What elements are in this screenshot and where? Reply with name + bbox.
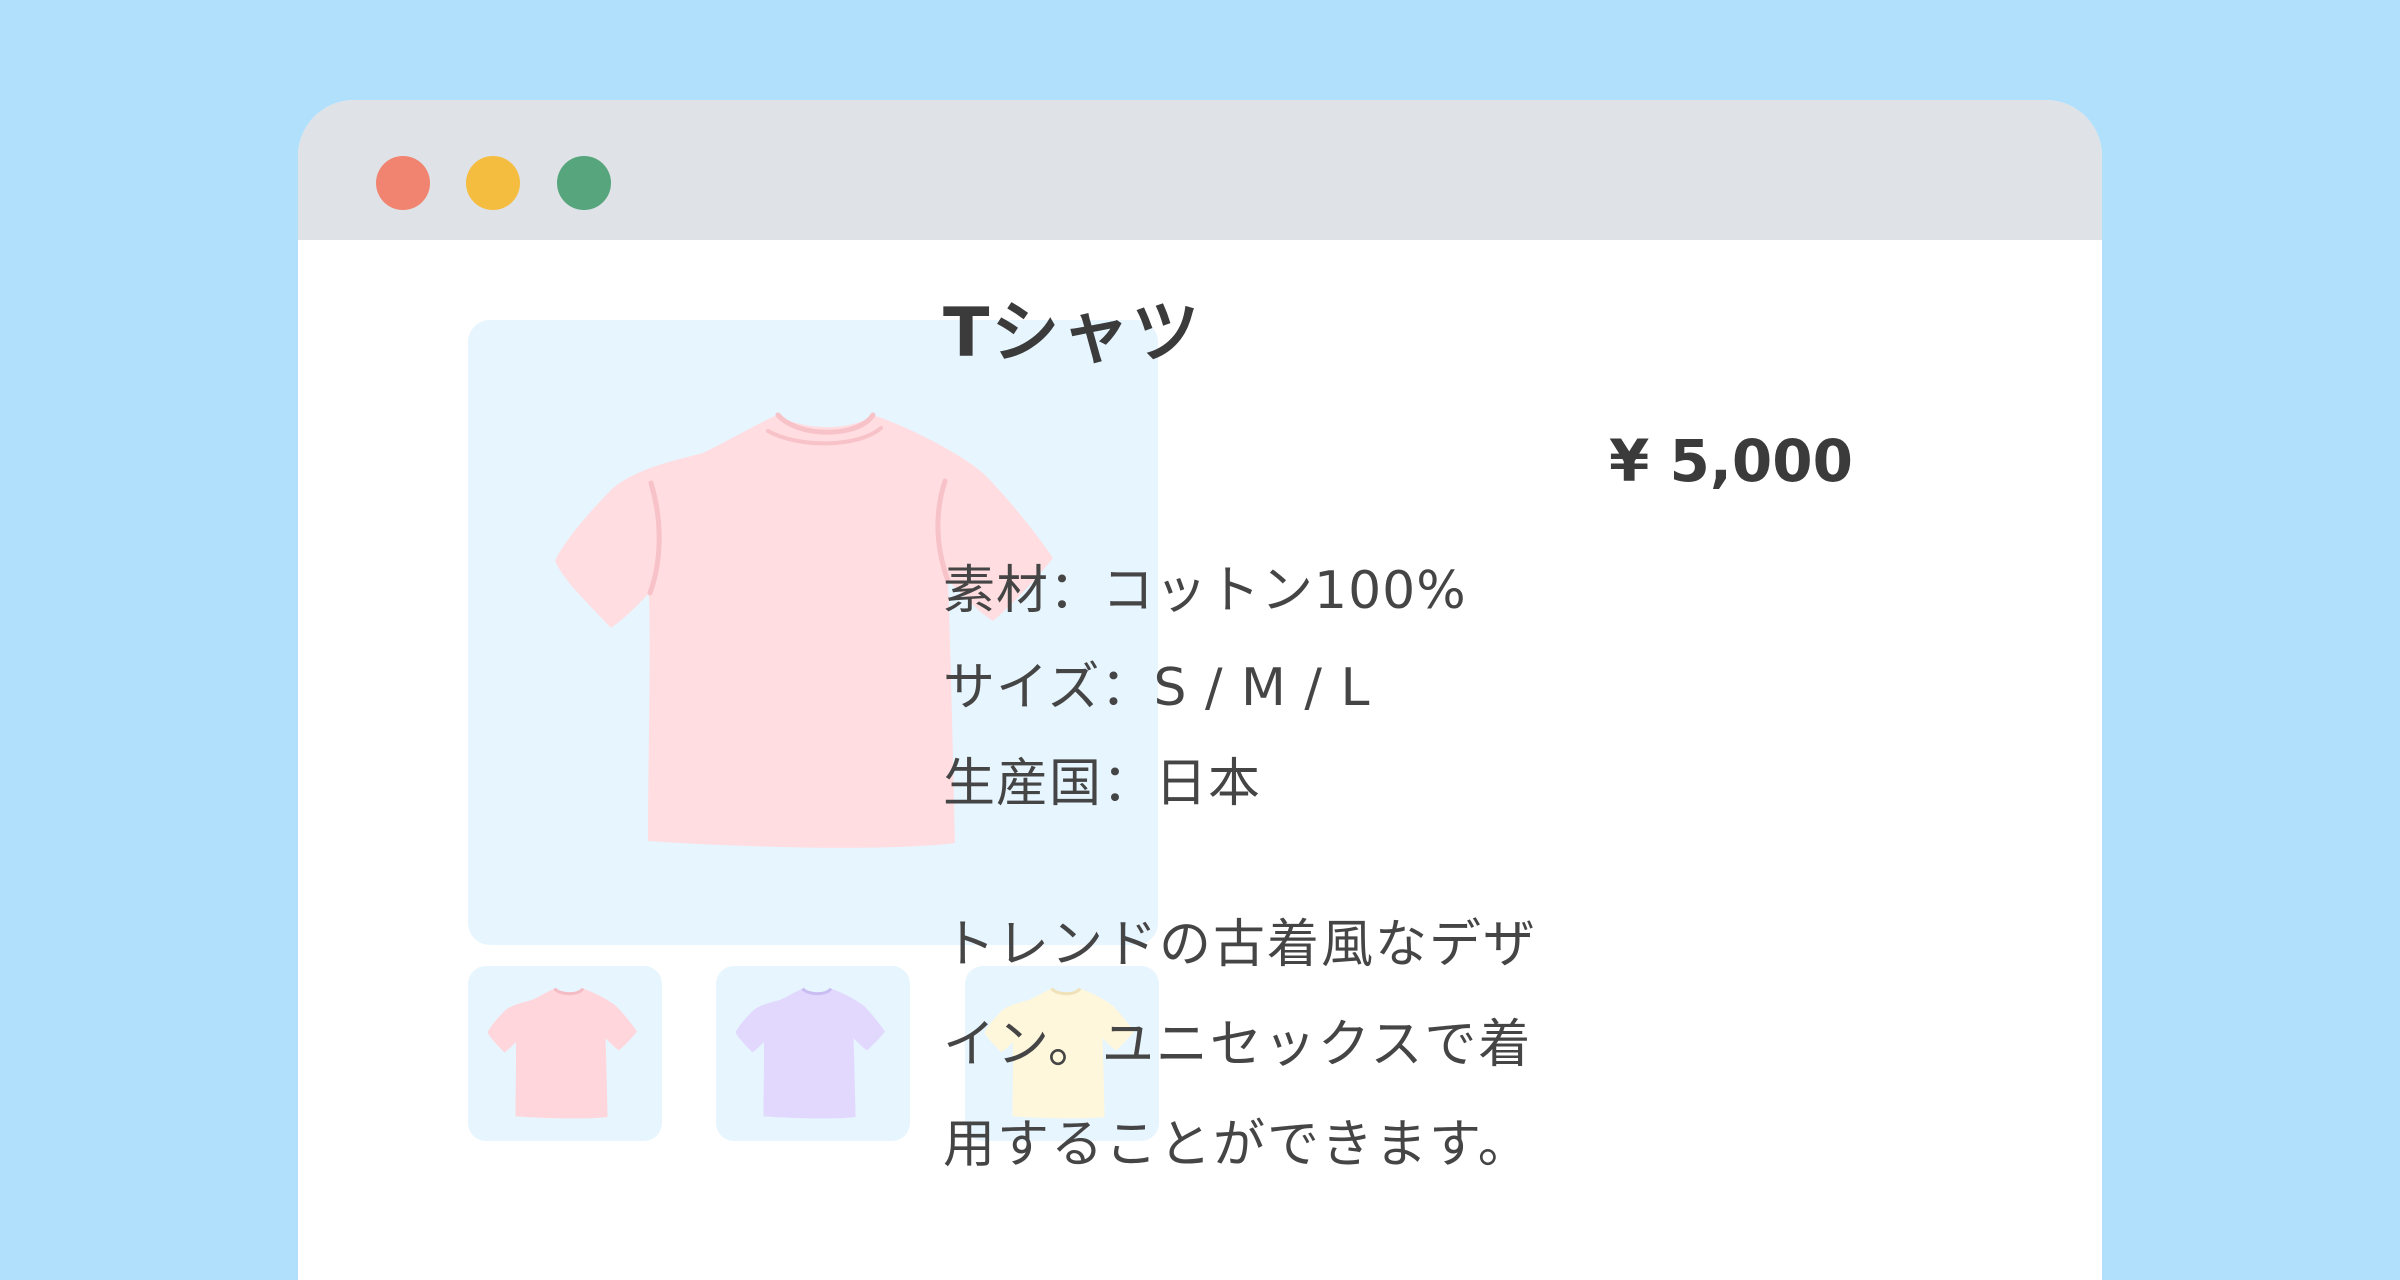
tshirt-icon	[487, 986, 637, 1118]
title-bar	[298, 100, 2102, 240]
product-price: ¥ 5,000	[1608, 427, 1853, 495]
product-description: トレンドの古着風なデザイン。ユニセックスで着用することができます。	[943, 915, 1538, 1175]
spec-size: サイズ：S / M / L	[943, 658, 1371, 718]
thumbnail-purple[interactable]	[716, 966, 910, 1141]
spec-origin: 生産国：日本	[943, 754, 1262, 814]
close-button[interactable]	[376, 156, 430, 210]
product-title: Tシャツ	[943, 294, 1202, 373]
product-main-image	[468, 320, 1158, 945]
minimize-button[interactable]	[466, 156, 520, 210]
thumbnail-pink[interactable]	[468, 966, 662, 1141]
maximize-button[interactable]	[557, 156, 611, 210]
spec-material: 素材：コットン100%	[943, 561, 1467, 621]
tshirt-icon	[735, 986, 885, 1118]
